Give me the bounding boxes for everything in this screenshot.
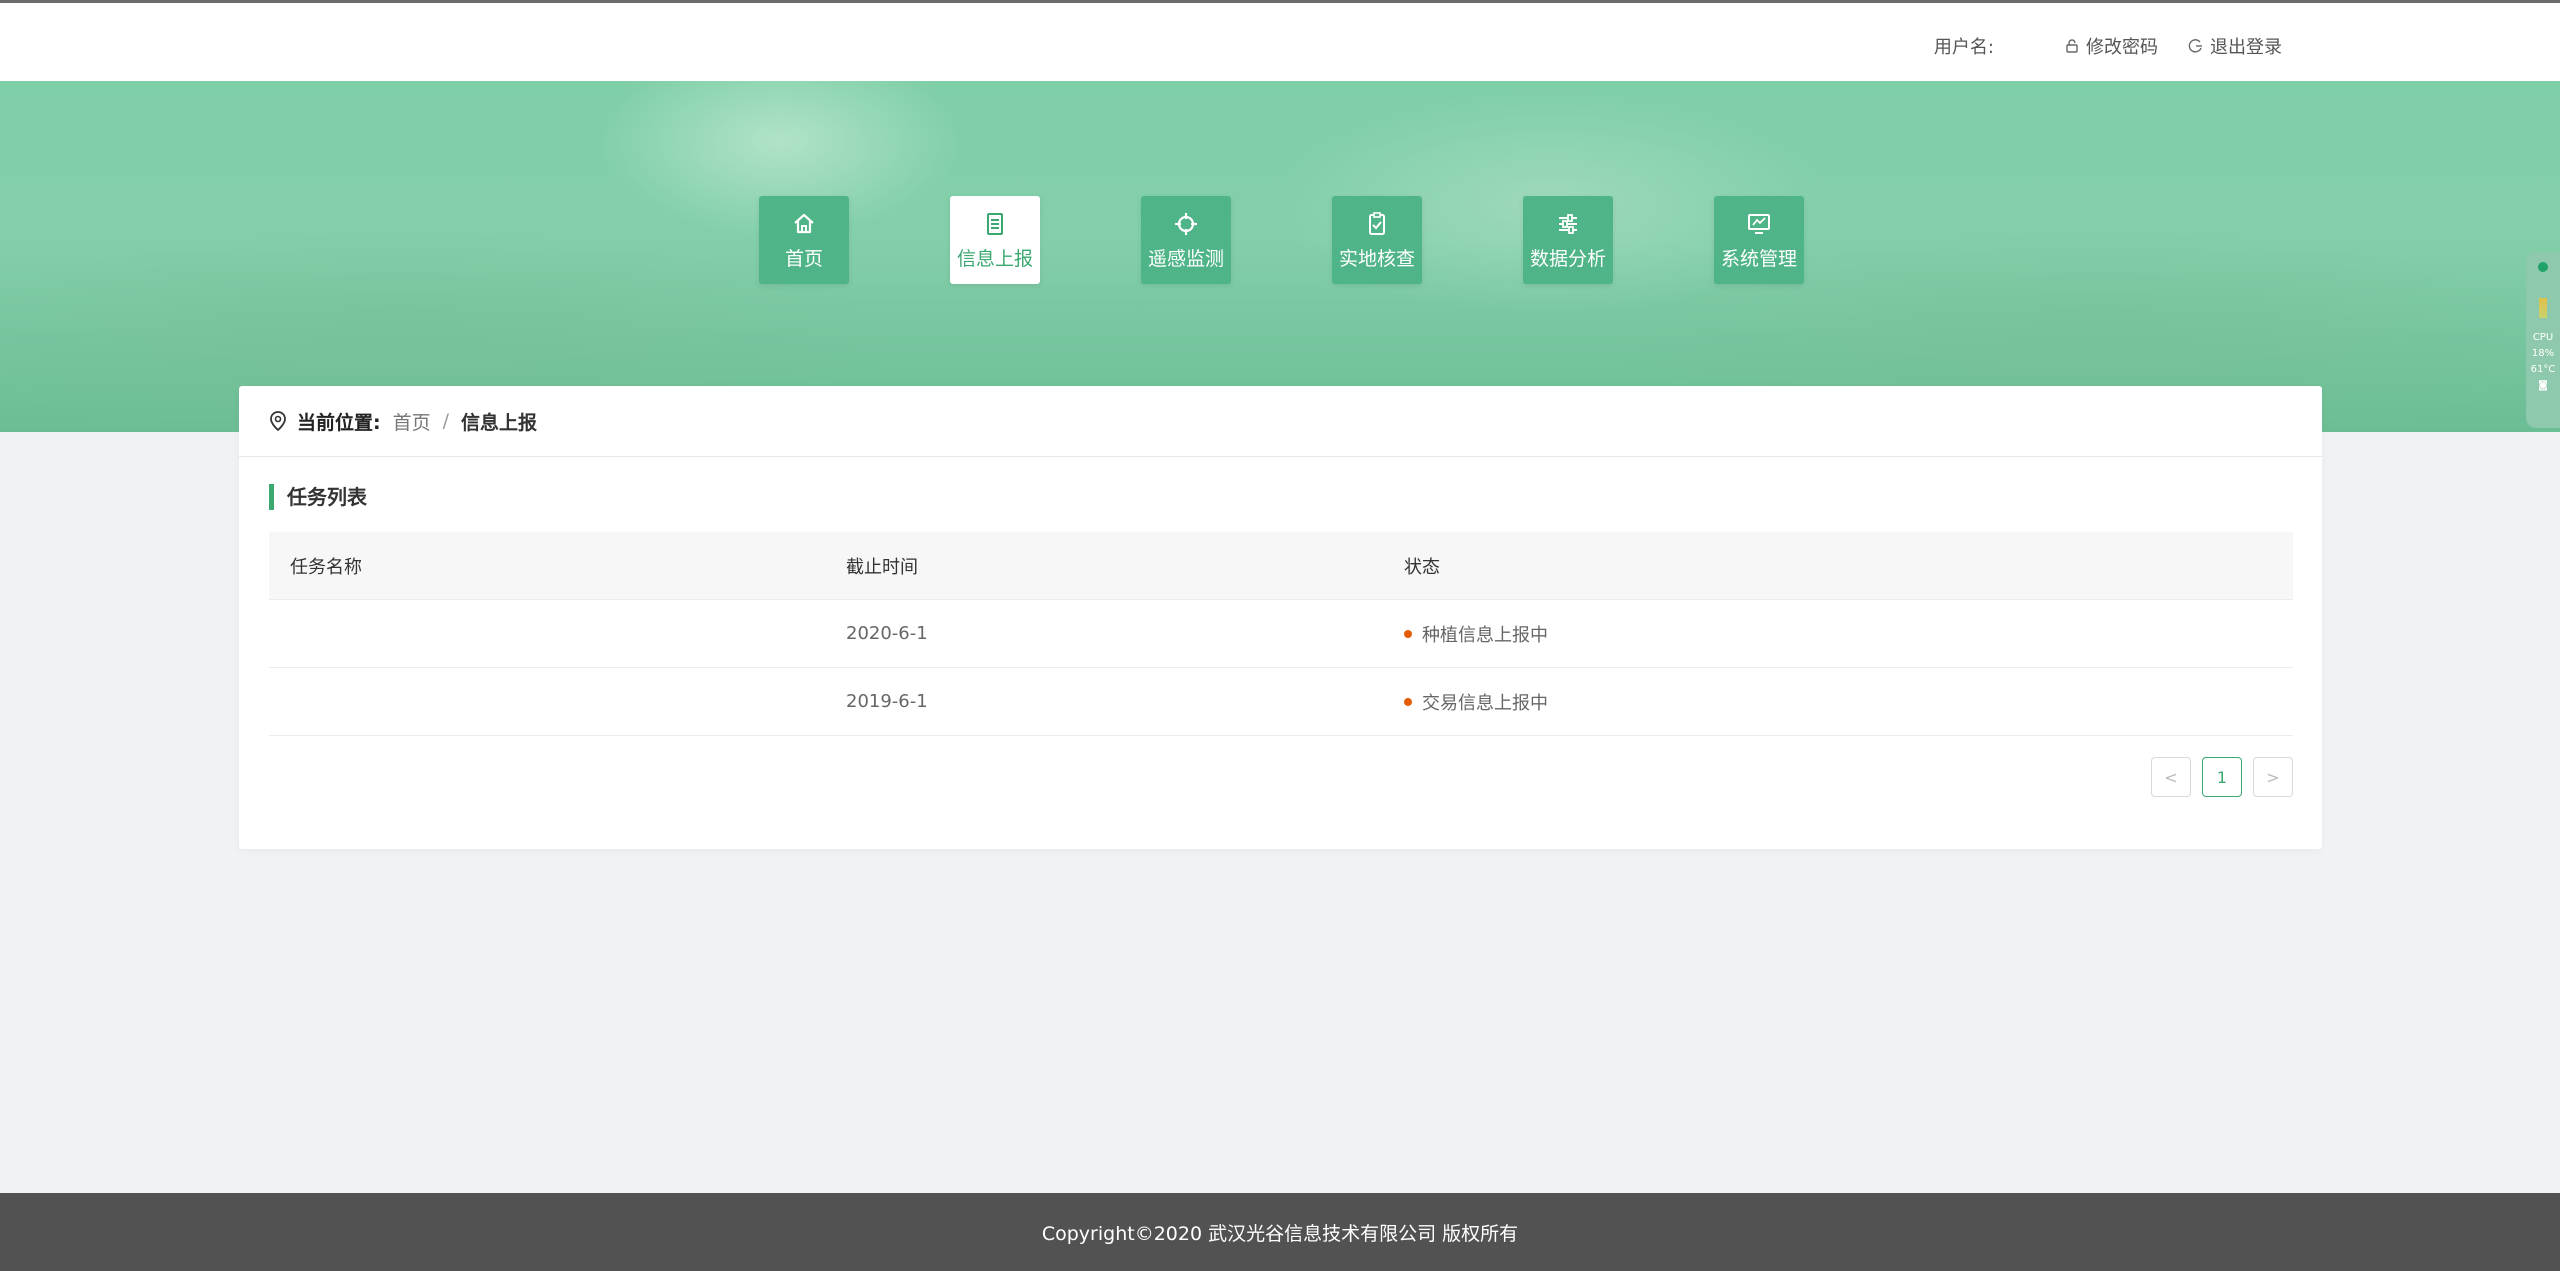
section-title: 任务列表 [269,484,367,510]
copyright-text: Copyright©2020 武汉光谷信息技术有限公司 版权所有 [1041,1222,1519,1245]
main-nav: 首页 信息上报 遥感监测 实地核查 数据分析 系统管理 [759,196,1804,284]
nav-item-system-admin[interactable]: 系统管理 [1714,196,1804,284]
logout-link[interactable]: 退出登录 [2188,33,2282,59]
nav-item-label: 信息上报 [956,247,1033,270]
pagination: < 1 > [2140,757,2293,797]
next-page-button[interactable]: > [2253,757,2293,797]
page-number-button[interactable]: 1 [2202,757,2242,797]
column-header-status: 状态 [1404,556,1440,578]
column-header-task-name: 任务名称 [290,556,362,578]
clipboard-check-icon [1363,210,1391,238]
breadcrumb-home[interactable]: 首页 [393,408,431,435]
status-dot [1404,629,1412,638]
content-card: 当前位置: 首页 / 信息上报 任务列表 任务名称 截止时间 状态 2020-6… [239,386,2322,849]
lock-icon [2066,39,2078,53]
nav-item-label: 实地核查 [1338,247,1415,270]
cpu-label: CPU [2532,332,2554,343]
nav-item-info-report[interactable]: 信息上报 [950,196,1040,284]
cpu-usage: 18% [2531,348,2555,359]
nav-item-remote-sensing[interactable]: 遥感监测 [1141,196,1231,284]
change-password-label: 修改密码 [2086,37,2158,58]
breadcrumb-label: 当前位置: [297,411,381,434]
logout-icon [2188,39,2202,53]
status-dot [1404,697,1412,706]
breadcrumb-separator: / [442,410,450,432]
column-header-deadline: 截止时间 [846,556,918,578]
nav-item-field-check[interactable]: 实地核查 [1332,196,1422,284]
breadcrumb-current: 信息上报 [461,411,538,434]
system-monitor-widget[interactable]: CPU 18% 61°C ◙ [2526,252,2560,428]
footer: Copyright©2020 武汉光谷信息技术有限公司 版权所有 [0,1193,2560,1271]
username-label: 用户名: [1933,37,1994,58]
status-dot [2538,262,2548,272]
sliders-icon [1554,210,1582,238]
nav-item-label: 首页 [784,247,823,270]
memory-bar [2539,298,2547,318]
status-cell: 交易信息上报中 [1382,689,2293,715]
deadline-cell: 2019-6-1 [846,691,928,712]
user-area: 用户名: 修改密码 退出登录 [1934,33,2282,59]
change-password-link[interactable]: 修改密码 [2064,33,2158,59]
monitor-icon [1745,210,1773,238]
logout-label: 退出登录 [2210,37,2282,58]
table-row[interactable]: 2019-6-1 交易信息上报中 [269,668,2293,736]
crosshair-icon [1172,210,1200,238]
status-text: 种植信息上报中 [1422,624,1548,646]
nav-item-home[interactable]: 首页 [759,196,849,284]
camera-icon[interactable]: ◙ [2538,378,2548,394]
location-pin-icon [270,411,286,431]
table-row[interactable]: 2020-6-1 种植信息上报中 [269,600,2293,668]
table-header: 任务名称 截止时间 状态 [269,532,2293,600]
prev-page-button[interactable]: < [2151,757,2191,797]
status-cell: 种植信息上报中 [1382,621,2293,647]
home-icon [790,210,818,238]
deadline-cell: 2020-6-1 [846,623,928,644]
document-icon [981,210,1009,238]
breadcrumb: 当前位置: 首页 / 信息上报 [239,386,2322,457]
nav-item-data-analysis[interactable]: 数据分析 [1523,196,1613,284]
nav-item-label: 系统管理 [1720,247,1797,270]
status-text: 交易信息上报中 [1422,692,1548,714]
top-bar: 用户名: 修改密码 退出登录 [0,0,2560,81]
nav-item-label: 遥感监测 [1147,247,1224,270]
nav-item-label: 数据分析 [1529,247,1606,270]
task-table: 任务名称 截止时间 状态 2020-6-1 种植信息上报中 2019-6-1 交… [269,532,2293,736]
temperature: 61°C [2530,364,2556,375]
